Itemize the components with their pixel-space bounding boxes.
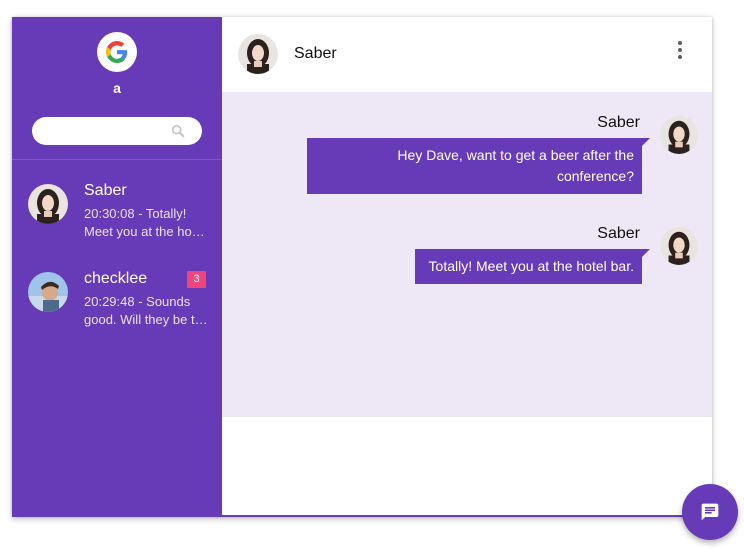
message-composer-area[interactable]	[222, 417, 712, 517]
preview-line: good. Will they be there?	[84, 312, 208, 327]
conversation-preview: 20:29:48 - Sounds good. Will they be the…	[84, 293, 208, 329]
chat-app-window: a Saber 20:30:08 - Totally! Meet you at …	[12, 17, 712, 517]
avatar	[28, 272, 68, 312]
avatar	[238, 34, 278, 74]
preview-line: 20:30:08 - Totally!	[84, 206, 187, 221]
google-g-icon[interactable]	[97, 32, 137, 72]
message: Saber Totally! Meet you at the hotel bar…	[234, 225, 712, 285]
search-box[interactable]	[32, 117, 202, 147]
conversation-name: Saber	[84, 182, 127, 199]
avatar	[660, 116, 698, 154]
chat-header: Saber	[222, 17, 712, 92]
conversation-item-checklee[interactable]: checklee 3 20:29:48 - Sounds good. Will …	[12, 248, 222, 336]
more-vert-icon[interactable]	[672, 41, 688, 59]
conversation-preview: 20:30:08 - Totally! Meet you at the hote…	[84, 205, 208, 241]
preview-line: Meet you at the hotel bar.	[84, 224, 208, 239]
search-input[interactable]	[46, 117, 170, 147]
message-list: Saber Hey Dave, want to get a beer after…	[222, 92, 712, 417]
account-header: a	[12, 17, 222, 160]
message-text: Hey Dave, want to get a beer after the	[397, 147, 634, 163]
sidebar: a Saber 20:30:08 - Totally! Meet you at …	[12, 17, 222, 517]
search-icon[interactable]	[170, 123, 186, 139]
avatar	[28, 184, 68, 224]
unread-badge: 3	[187, 271, 206, 288]
message: Saber Hey Dave, want to get a beer after…	[234, 114, 712, 196]
message-bubble: Hey Dave, want to get a beer after the c…	[307, 138, 650, 194]
preview-line: 20:29:48 - Sounds	[84, 294, 191, 309]
avatar	[660, 227, 698, 265]
message-text: Totally! Meet you at the hotel bar.	[428, 258, 634, 274]
message-bubble: Totally! Meet you at the hotel bar.	[414, 249, 651, 284]
conversation-item-saber[interactable]: Saber 20:30:08 - Totally! Meet you at th…	[12, 160, 222, 248]
message-sender: Saber	[597, 114, 640, 131]
account-name: a	[113, 80, 121, 96]
chat-title: Saber	[294, 45, 337, 62]
message-text: conference?	[556, 168, 634, 184]
chat-icon	[701, 503, 719, 521]
chat-panel: Saber Saber Hey Dave, want to get a beer…	[222, 17, 712, 517]
new-chat-button[interactable]	[682, 484, 738, 540]
conversation-name: checklee	[84, 270, 148, 287]
message-sender: Saber	[597, 225, 640, 242]
